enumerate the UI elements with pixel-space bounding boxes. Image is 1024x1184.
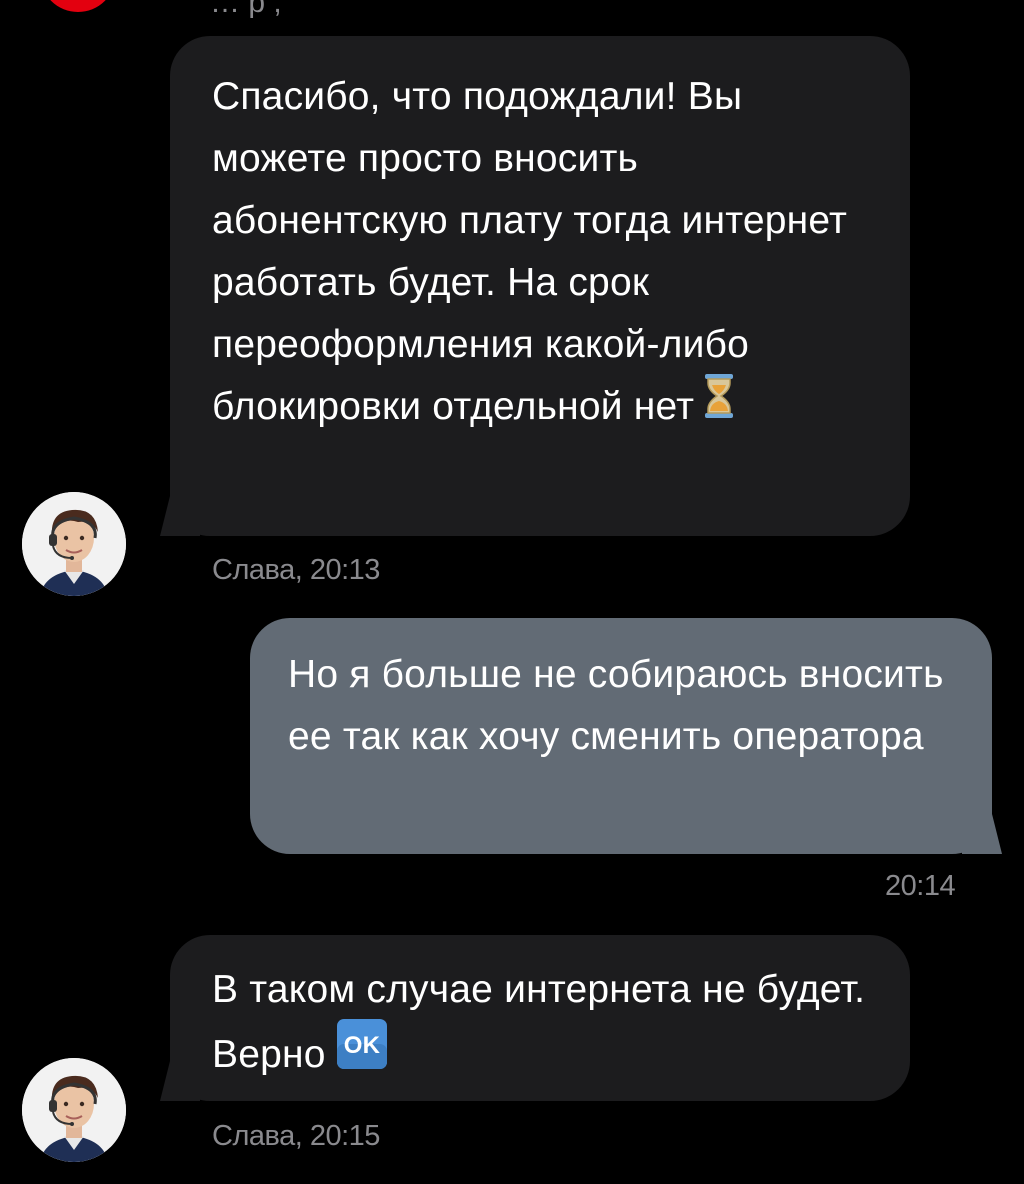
agent-avatar[interactable] — [22, 1058, 126, 1162]
message-meta: Слава, 20:15 — [212, 1120, 380, 1152]
hourglass-icon — [704, 373, 734, 438]
previous-message-meta: … р , — [210, 0, 282, 19]
message-text: В таком случае интернета не будет. Верно — [212, 968, 866, 1076]
outgoing-message-bubble[interactable]: Но я больше не собираюсь вносить ее так … — [250, 618, 992, 854]
incoming-message-bubble[interactable]: Спасибо, что подождали! Вы можете просто… — [170, 36, 910, 536]
incoming-message-bubble[interactable]: В таком случае интернета не будет. Верно… — [170, 935, 910, 1101]
message-meta: Слава, 20:13 — [212, 554, 380, 586]
message-time: 20:14 — [885, 870, 956, 902]
message-text: Но я больше не собираюсь вносить ее так … — [288, 653, 944, 758]
message-text: Спасибо, что подождали! Вы можете просто… — [212, 75, 848, 428]
agent-avatar[interactable] — [22, 492, 126, 596]
ok-icon: OK — [336, 1018, 388, 1089]
ok-emoji-text: OK — [343, 1032, 380, 1059]
operator-logo-avatar[interactable] — [40, 0, 116, 12]
